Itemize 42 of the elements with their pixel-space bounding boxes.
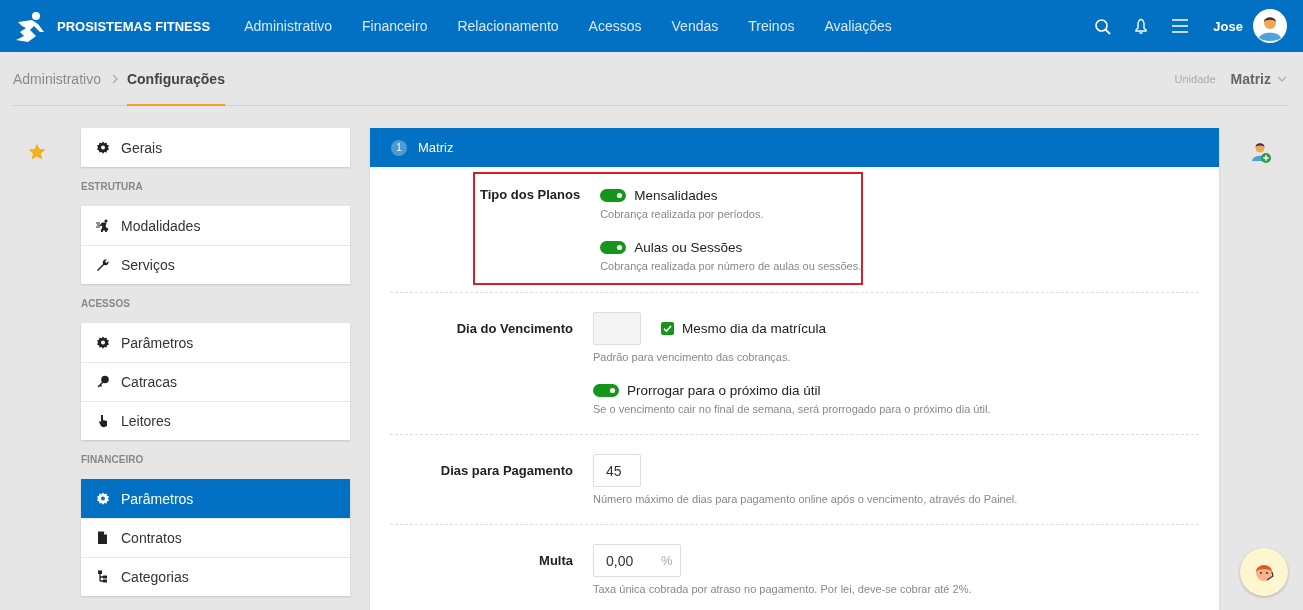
toggle-label: Prorrogar para o próximo dia útil <box>627 382 821 398</box>
nav-link[interactable]: Acessos <box>588 18 642 34</box>
field-label: Dia do Vencimento <box>455 320 573 338</box>
nav-link[interactable]: Financeiro <box>362 18 428 34</box>
unit-selector[interactable]: Matriz <box>1230 70 1271 87</box>
nav-link[interactable]: Administrativo <box>244 18 333 34</box>
help-text: Cobrança realizada por número de aulas ou sessões. <box>600 259 862 274</box>
toggle-label: Mensalidades <box>634 187 718 203</box>
number-field[interactable]: 45 <box>593 454 641 487</box>
sidebar-item[interactable]: Leitores <box>81 401 350 440</box>
sidebar-item[interactable]: Gerais <box>81 128 350 167</box>
sidebar-item[interactable]: Catracas <box>81 362 350 401</box>
sidebar-item[interactable]: Contratos <box>81 518 350 557</box>
sidebar-item[interactable]: Serviços <box>81 245 350 284</box>
field-label: Tipo dos Planos <box>480 186 581 204</box>
sidebar-item[interactable]: Modalidades <box>81 206 350 245</box>
sidebar-item[interactable]: Parâmetros <box>81 323 350 362</box>
nav-link[interactable]: Relacionamento <box>457 18 559 34</box>
help-text: Se o vencimento cair no final de semana, será prorrogado para o próximo dia útil. <box>593 402 991 417</box>
sidebar-item[interactable]: Parâmetros <box>81 479 350 518</box>
section-heading: ACESSOS <box>81 297 131 311</box>
current-breadcrumb[interactable]: Configurações <box>126 52 225 106</box>
nav-link[interactable]: Avaliações <box>824 18 892 34</box>
step-number: 1 <box>391 139 407 156</box>
brand-name: PROSISTEMAS FITNESS <box>57 18 211 34</box>
help-text: Taxa única cobrada por atraso no pagamento. Por lei, deve-se cobrar até 2%. <box>593 582 972 597</box>
unit-label: Unidade <box>1174 72 1216 85</box>
checkbox-label: Mesmo dia da matrícula <box>682 321 827 336</box>
user-name[interactable]: Jose <box>1213 18 1243 34</box>
help-text: Padrão para vencimento das cobranças. <box>593 350 792 365</box>
unit-suffix: % <box>661 553 673 568</box>
help-text: Cobrança realizada por períodos. <box>600 207 765 222</box>
field-label: Dias para Pagamento <box>439 462 573 480</box>
help-text: Número máximo de dias para pagamento online após o vencimento, através do Painel. <box>593 492 1018 507</box>
sidebar-item[interactable]: Categorias <box>81 557 350 596</box>
nav-link[interactable]: Treinos <box>748 18 795 34</box>
section-heading: FINANCEIRO <box>81 453 145 467</box>
toggle-label: Aulas ou Sessões <box>634 239 743 255</box>
field-label: Multa <box>538 552 573 570</box>
section-heading: ESTRUTURA <box>81 180 144 194</box>
panel-title: Matriz <box>418 140 454 155</box>
nav-link[interactable]: Vendas <box>671 18 719 34</box>
